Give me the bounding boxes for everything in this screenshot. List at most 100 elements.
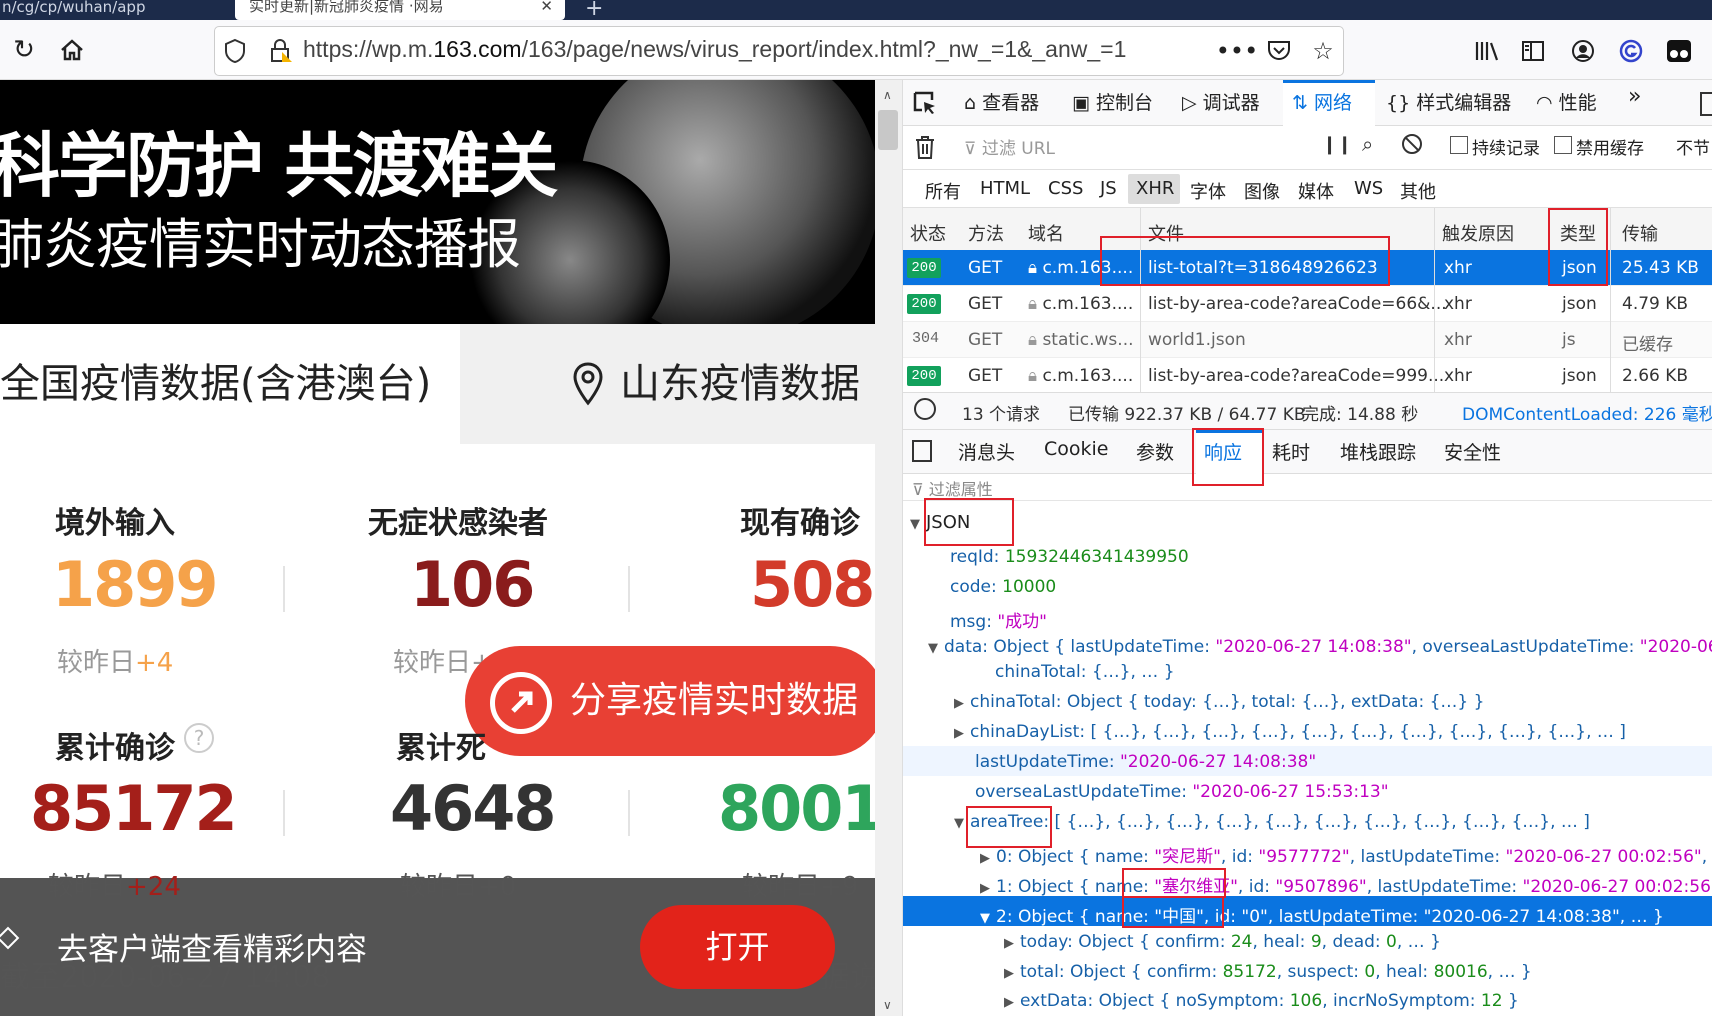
request-domain: 🔒︎ c.m.163.... — [1028, 294, 1134, 314]
type-filter-font[interactable]: 字体 — [1190, 178, 1226, 204]
gauge-icon: ◠ — [1536, 92, 1559, 114]
bookmark-star-icon[interactable]: ☆ — [1308, 36, 1338, 66]
devtools-tab-debugger[interactable]: ▷ 调试器 — [1182, 88, 1260, 115]
tab-national-data[interactable]: 全国疫情数据(含港澳台) — [0, 324, 460, 444]
disable-cache-label: 禁用缓存 — [1576, 139, 1644, 159]
account-icon[interactable] — [1568, 36, 1598, 66]
json-field-chinatotal[interactable]: ▶ chinaTotal: Object { today: {…}, total:… — [954, 692, 1484, 712]
devtools-tab-network[interactable]: ⇅ 网络 — [1292, 88, 1352, 115]
tab-timings[interactable]: 耗时 — [1272, 438, 1310, 465]
json-field-chinadaylist[interactable]: ▶ chinaDayList: [ {…}, {…}, {…}, {…}, {…}… — [954, 722, 1626, 742]
tab-stack-trace[interactable]: 堆栈跟踪 — [1340, 438, 1416, 465]
request-method: GET — [968, 366, 1003, 386]
request-row[interactable] — [903, 322, 1712, 358]
url-text[interactable]: https://wp.m.163.com/163/page/news/virus… — [303, 36, 1126, 63]
col-cause[interactable]: 触发原因 — [1442, 220, 1514, 246]
divider — [628, 790, 630, 836]
col-domain[interactable]: 域名 — [1028, 220, 1064, 246]
inspector-icon: ⌂ — [964, 92, 983, 114]
more-tabs-icon[interactable]: » — [1628, 84, 1641, 109]
insecure-lock-icon[interactable] — [268, 38, 294, 68]
pause-icon[interactable]: ❙❙ — [1322, 134, 1352, 155]
new-tab-icon[interactable]: + — [585, 0, 603, 21]
close-icon[interactable]: ✕ — [540, 0, 553, 14]
stat-label: 累计确诊 — [55, 731, 175, 766]
sidebar-icon[interactable] — [1518, 36, 1548, 66]
tab-inactive[interactable]: n/cg/cp/wuhan/app — [0, 0, 228, 20]
disable-cache-checkbox[interactable] — [1554, 136, 1572, 154]
lock-icon: 🔒︎ — [1028, 366, 1043, 386]
filter-url-input[interactable]: ⊽ 过滤 URL — [964, 134, 1055, 159]
tab-active[interactable]: 实时更新|新冠肺炎疫情 ·网易 ✕ — [235, 0, 565, 20]
col-status[interactable]: 状态 — [910, 220, 946, 246]
throttle-select[interactable]: 不节 — [1676, 134, 1710, 159]
dock-icon[interactable] — [1700, 92, 1712, 116]
devtools-tab-style-editor[interactable]: {} 样式编辑器 — [1386, 88, 1511, 115]
divider — [903, 500, 1712, 501]
json-field-today[interactable]: ▶ today: Object { confirm: 24, heal: 9, d… — [1004, 932, 1441, 952]
json-field-data[interactable]: ▼ data: Object { lastUpdateTime: "2020-06… — [928, 637, 1712, 657]
stat-label: 境外输入 — [55, 506, 175, 541]
open-app-button[interactable]: 打开 — [640, 905, 835, 989]
type-filter-other[interactable]: 其他 — [1400, 178, 1436, 204]
reload-icon[interactable]: ↻ — [4, 30, 44, 70]
type-filter-html[interactable]: HTML — [980, 178, 1030, 199]
persist-log-label: 持续记录 — [1472, 139, 1540, 159]
request-size: 4.79 KB — [1622, 294, 1689, 314]
type-filter-media[interactable]: 媒体 — [1298, 178, 1334, 204]
stat-value: 80016 — [718, 772, 875, 845]
element-picker-icon[interactable] — [912, 90, 938, 120]
page-scrollbar[interactable]: ∧ ∨ — [875, 80, 903, 1016]
library-icon[interactable] — [1472, 36, 1502, 66]
tab-headers[interactable]: 消息头 — [958, 438, 1015, 465]
json-field-extdata[interactable]: ▶ extData: Object { noSymptom: 106, incrN… — [1004, 991, 1519, 1011]
home-icon[interactable] — [52, 30, 92, 70]
devtools-tab-performance[interactable]: ◠ 性能 — [1536, 88, 1597, 115]
type-filter-ws[interactable]: WS — [1354, 178, 1383, 199]
more-actions-icon[interactable]: ••• — [1216, 36, 1258, 66]
tab-province-data[interactable]: 山东疫情数据 — [460, 324, 875, 444]
type-filter-css[interactable]: CSS — [1048, 178, 1083, 199]
request-method: GET — [968, 258, 1003, 278]
devtools-tab-inspector[interactable]: ⌂ 查看器 — [964, 88, 1039, 115]
json-areatree-item-0[interactable]: ▶ 0: Object { name: "突尼斯", id: "9577772",… — [980, 842, 1712, 867]
type-filter-xhr[interactable]: XHR — [1136, 178, 1174, 199]
annotation-box-json — [924, 498, 1014, 546]
request-size: 2.66 KB — [1622, 366, 1689, 386]
search-icon[interactable]: ⌕ — [1362, 132, 1373, 156]
annotation-box-response-tab — [1192, 428, 1264, 486]
pocket-icon[interactable] — [1264, 36, 1294, 66]
json-areatree-item-1[interactable]: ▶ 1: Object { name: "塞尔维亚", id: "9507896"… — [980, 872, 1712, 897]
tab-cookie[interactable]: Cookie — [1044, 438, 1109, 460]
extension-g-icon[interactable] — [1616, 36, 1646, 66]
request-cause: xhr — [1444, 258, 1472, 278]
summary-domcontentloaded: DOMContentLoaded: 226 毫秒 — [1462, 405, 1712, 425]
help-icon[interactable]: ? — [184, 723, 214, 753]
col-method[interactable]: 方法 — [968, 220, 1004, 246]
type-filter-images[interactable]: 图像 — [1244, 178, 1280, 204]
persist-log-checkbox[interactable] — [1450, 136, 1468, 154]
filter-icon: ⊽ — [964, 139, 982, 159]
filter-properties-input[interactable]: ⊽ 过滤属性 — [912, 476, 993, 500]
stat-delta: 较昨日+4 — [57, 648, 174, 678]
toggle-panel-icon[interactable] — [912, 440, 932, 462]
type-filter-all[interactable]: 所有 — [925, 178, 961, 204]
shield-icon[interactable] — [224, 38, 246, 68]
lock-icon: 🔒︎ — [1028, 258, 1043, 278]
column-divider — [1610, 208, 1611, 392]
tab-params[interactable]: 参数 — [1136, 438, 1174, 465]
status-badge: 200 — [907, 366, 941, 386]
json-areatree-item-2[interactable]: ▼ 2: Object { name: "中国", id: "0", lastUp… — [980, 902, 1664, 927]
stat-value: 85172 — [30, 772, 238, 845]
block-icon[interactable] — [1402, 134, 1422, 154]
status-code: 304 — [912, 330, 940, 347]
json-field-total[interactable]: ▶ total: Object { confirm: 85172, suspect… — [1004, 962, 1532, 982]
col-transferred[interactable]: 传输 — [1622, 220, 1658, 246]
braces-icon: {} — [1386, 92, 1417, 114]
stat-value: 106 — [410, 548, 535, 621]
extension-mask-icon[interactable] — [1664, 36, 1694, 66]
type-filter-js[interactable]: JS — [1100, 178, 1117, 199]
trash-icon[interactable] — [914, 134, 936, 164]
devtools-tab-console[interactable]: ▣ 控制台 — [1072, 88, 1153, 115]
tab-security[interactable]: 安全性 — [1444, 438, 1501, 465]
